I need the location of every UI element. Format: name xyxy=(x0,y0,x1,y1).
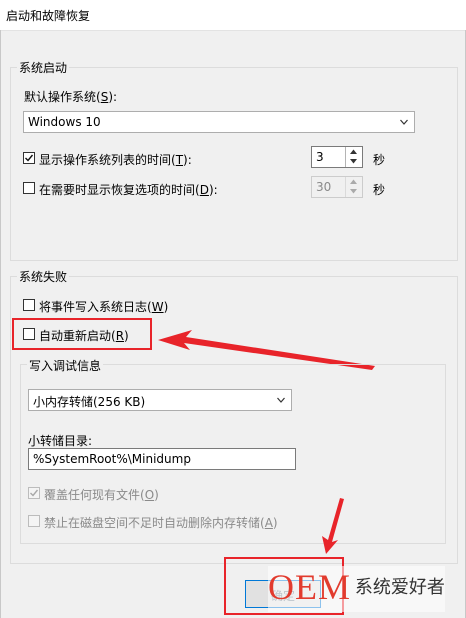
window-left-border xyxy=(0,30,1,618)
write-event-checkbox[interactable] xyxy=(23,299,35,311)
title-bar: 启动和故障恢复 xyxy=(0,0,466,31)
system-startup-label: 系统启动 xyxy=(17,59,70,76)
show-os-list-label: 显示操作系统列表的时间(T): xyxy=(39,153,192,167)
spin-up-button[interactable] xyxy=(346,177,362,187)
checkmark-icon xyxy=(30,489,39,497)
spin-down-button[interactable] xyxy=(346,157,362,167)
spin-up-button[interactable] xyxy=(346,147,362,157)
show-recovery-spinner[interactable]: 30 xyxy=(311,176,363,198)
disable-autodelete-checkbox[interactable] xyxy=(28,515,40,527)
overwrite-label: 覆盖任何现有文件(O) xyxy=(44,488,159,502)
show-recovery-seconds: 30 xyxy=(316,180,332,194)
watermark-oem: OEM xyxy=(268,567,351,607)
spin-down-button[interactable] xyxy=(346,187,362,197)
system-failure-label: 系统失败 xyxy=(17,268,70,285)
watermark: OEM 系统爱好者 xyxy=(268,566,445,612)
caret-up-icon xyxy=(350,149,357,154)
default-os-dropdown[interactable]: Windows 10 xyxy=(23,111,415,133)
show-recovery-checkbox[interactable] xyxy=(23,182,35,194)
chevron-down-icon xyxy=(400,119,408,125)
show-os-list-unit: 秒 xyxy=(373,153,386,167)
dump-dir-label: 小转储目录: xyxy=(28,434,93,448)
overwrite-checkbox[interactable] xyxy=(28,487,40,499)
dump-dir-value: %SystemRoot%\Minidump xyxy=(33,452,191,466)
caret-down-icon xyxy=(350,189,357,194)
spin-buttons xyxy=(345,147,362,167)
show-os-list-spinner[interactable]: 3 xyxy=(311,146,363,168)
dump-type-dropdown[interactable]: 小内存转储(256 KB) xyxy=(28,389,292,411)
default-os-label: 默认操作系统(S): xyxy=(24,90,118,104)
highlight-box-auto-restart xyxy=(12,318,152,350)
caret-down-icon xyxy=(350,159,357,164)
disable-autodelete-label: 禁止在磁盘空间不足时自动删除内存转储(A) xyxy=(44,516,278,530)
write-event-label: 将事件写入系统日志(W) xyxy=(39,300,169,314)
caret-up-icon xyxy=(350,179,357,184)
show-recovery-unit: 秒 xyxy=(373,183,386,197)
debug-info-label: 写入调试信息 xyxy=(27,357,104,374)
show-os-list-checkbox[interactable] xyxy=(23,152,35,164)
show-recovery-label: 在需要时显示恢复选项的时间(D): xyxy=(39,183,218,197)
spin-buttons-disabled xyxy=(345,177,362,197)
show-os-list-seconds: 3 xyxy=(316,150,324,164)
checkmark-icon xyxy=(25,154,34,162)
annotation-arrow-down-icon xyxy=(322,498,344,554)
dump-type-value: 小内存转储(256 KB) xyxy=(33,395,146,409)
dump-dir-input[interactable]: %SystemRoot%\Minidump xyxy=(28,448,296,470)
default-os-value: Windows 10 xyxy=(28,115,101,129)
chevron-down-icon xyxy=(277,397,285,403)
window-title: 启动和故障恢复 xyxy=(6,9,91,23)
watermark-site: 系统爱好者 xyxy=(354,577,445,598)
